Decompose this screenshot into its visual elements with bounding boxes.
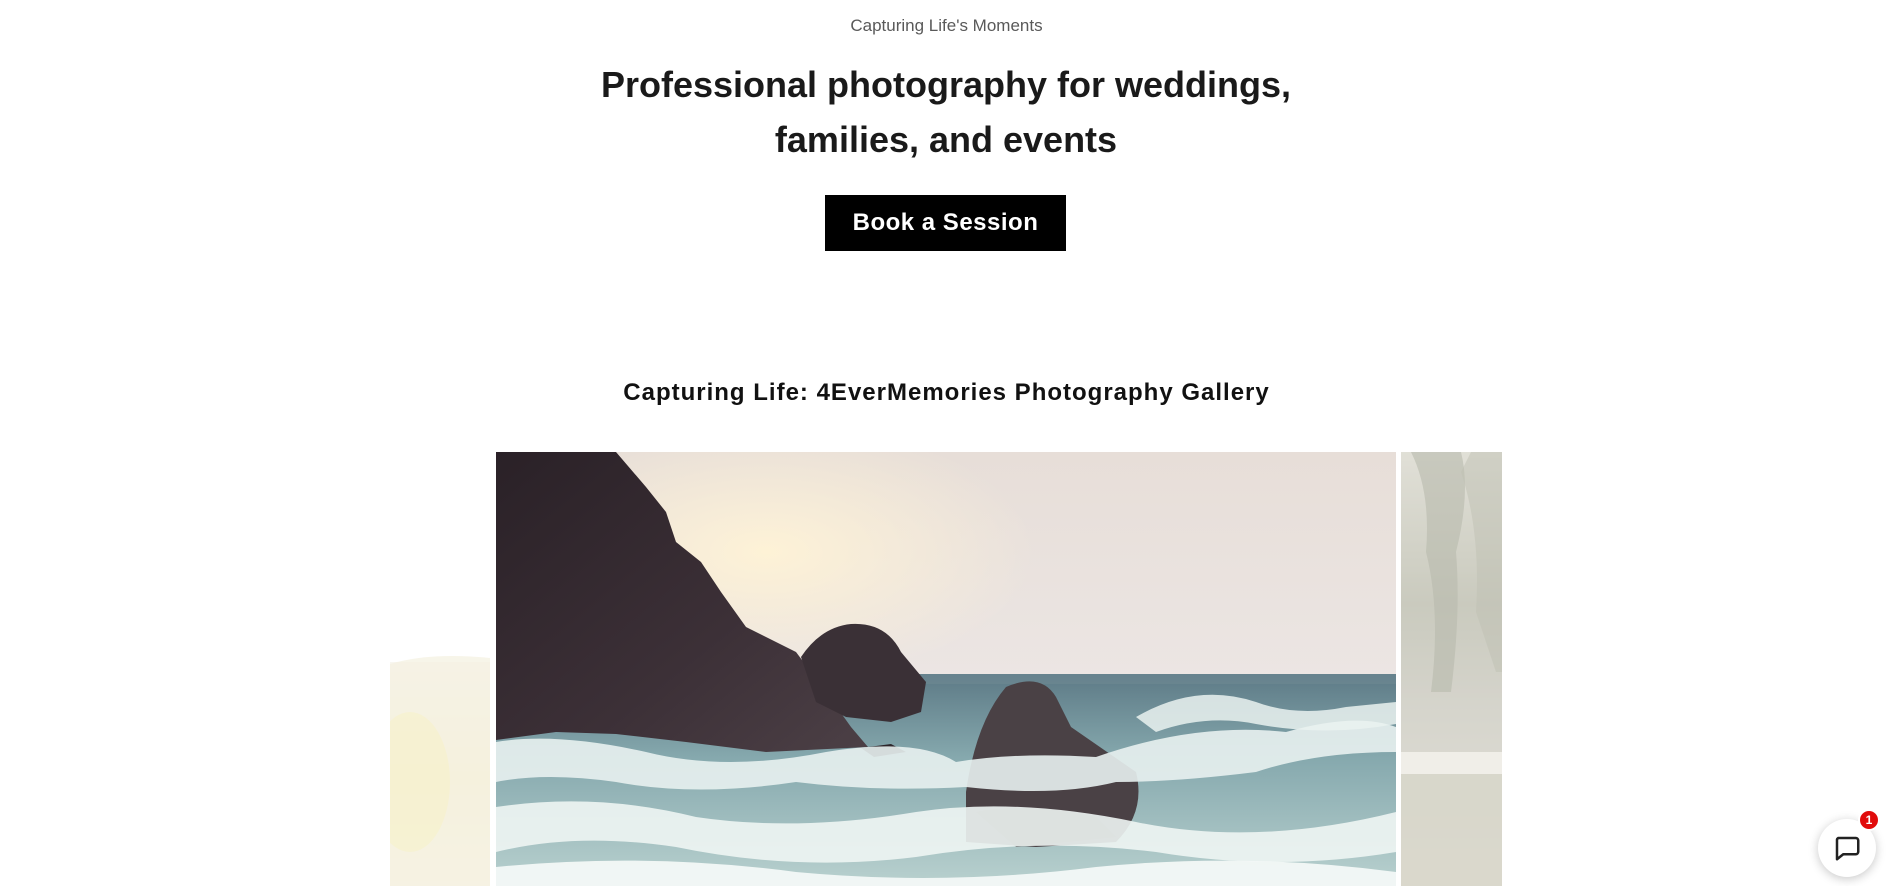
gallery-title: Capturing Life: 4EverMemories Photograph…	[623, 379, 1270, 406]
gallery-slide-next[interactable]	[1401, 452, 1502, 886]
hero-eyebrow: Capturing Life's Moments	[850, 16, 1043, 35]
previous-photo	[390, 452, 490, 886]
gallery-slide-current[interactable]	[496, 452, 1396, 886]
photo-gallery-carousel[interactable]	[0, 452, 1893, 886]
hero-headline: Professional photography for weddings, f…	[600, 64, 1292, 160]
next-photo	[1401, 452, 1502, 886]
page: Capturing Life's Moments Professional ph…	[0, 0, 1893, 886]
chat-notification-badge: 1	[1858, 809, 1880, 831]
gallery-slide-previous[interactable]	[390, 452, 490, 886]
chat-bubble-icon	[1835, 836, 1860, 861]
book-session-button[interactable]: Book a Session	[825, 195, 1066, 251]
coastal-rocks-photo	[496, 452, 1396, 886]
